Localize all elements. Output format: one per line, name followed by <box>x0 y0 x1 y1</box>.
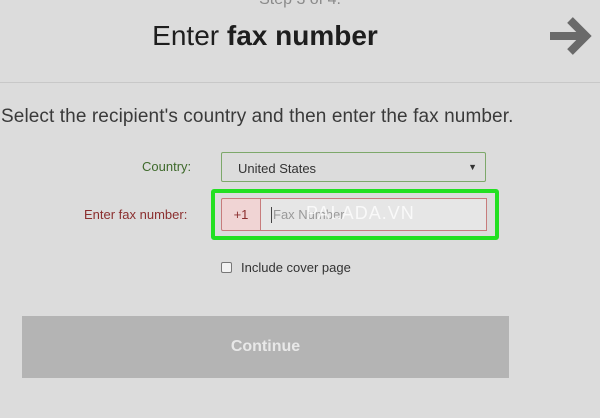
title-prefix: Enter <box>152 20 220 51</box>
title-bold: fax number <box>226 20 378 51</box>
fax-number-label: Enter fax number: <box>84 207 188 222</box>
country-select-value: United States <box>238 161 317 176</box>
step-indicator: Step 3 of 4. <box>0 0 600 9</box>
page-title: Enter fax number <box>0 20 530 52</box>
country-code-prefix: +1 <box>221 198 261 231</box>
fax-number-input[interactable] <box>261 198 487 231</box>
continue-button[interactable]: Continue <box>22 316 509 378</box>
text-cursor <box>271 207 272 223</box>
cover-page-checkbox[interactable] <box>221 262 232 273</box>
country-select[interactable]: United States ▼ <box>221 152 486 182</box>
instructions-text: Select the recipient's country and then … <box>1 106 514 127</box>
country-label: Country: <box>142 159 192 174</box>
cover-page-label[interactable]: Include cover page <box>241 260 351 275</box>
next-arrow-icon[interactable] <box>548 16 594 56</box>
header-divider <box>0 82 600 83</box>
chevron-down-icon: ▼ <box>468 162 477 172</box>
